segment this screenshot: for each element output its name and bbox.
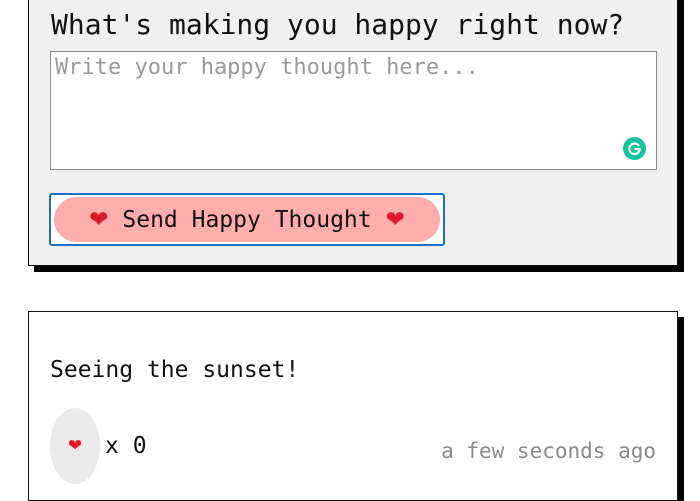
thought-card: Seeing the sunset! ❤ x 0 a few seconds a… <box>28 311 678 501</box>
heart-icon: ❤ <box>67 436 83 456</box>
form-question: What's making you happy right now? <box>51 8 625 41</box>
send-button-label: Send Happy Thought <box>122 206 372 233</box>
grammarly-icon[interactable] <box>623 137 646 160</box>
happy-thought-form: What's making you happy right now? ❤ Sen… <box>28 0 678 266</box>
thought-timestamp: a few seconds ago <box>441 439 656 463</box>
textarea-wrapper <box>50 51 657 170</box>
heart-icon: ❤ <box>89 206 109 233</box>
like-count: x 0 <box>105 433 147 459</box>
thought-message: Seeing the sunset! <box>50 357 300 383</box>
send-button-focus-ring: ❤ Send Happy Thought ❤ <box>49 193 445 246</box>
heart-icon: ❤ <box>385 206 405 233</box>
like-button[interactable]: ❤ <box>50 408 100 484</box>
happy-thought-input[interactable] <box>50 51 657 170</box>
send-happy-thought-button[interactable]: ❤ Send Happy Thought ❤ <box>54 197 440 242</box>
